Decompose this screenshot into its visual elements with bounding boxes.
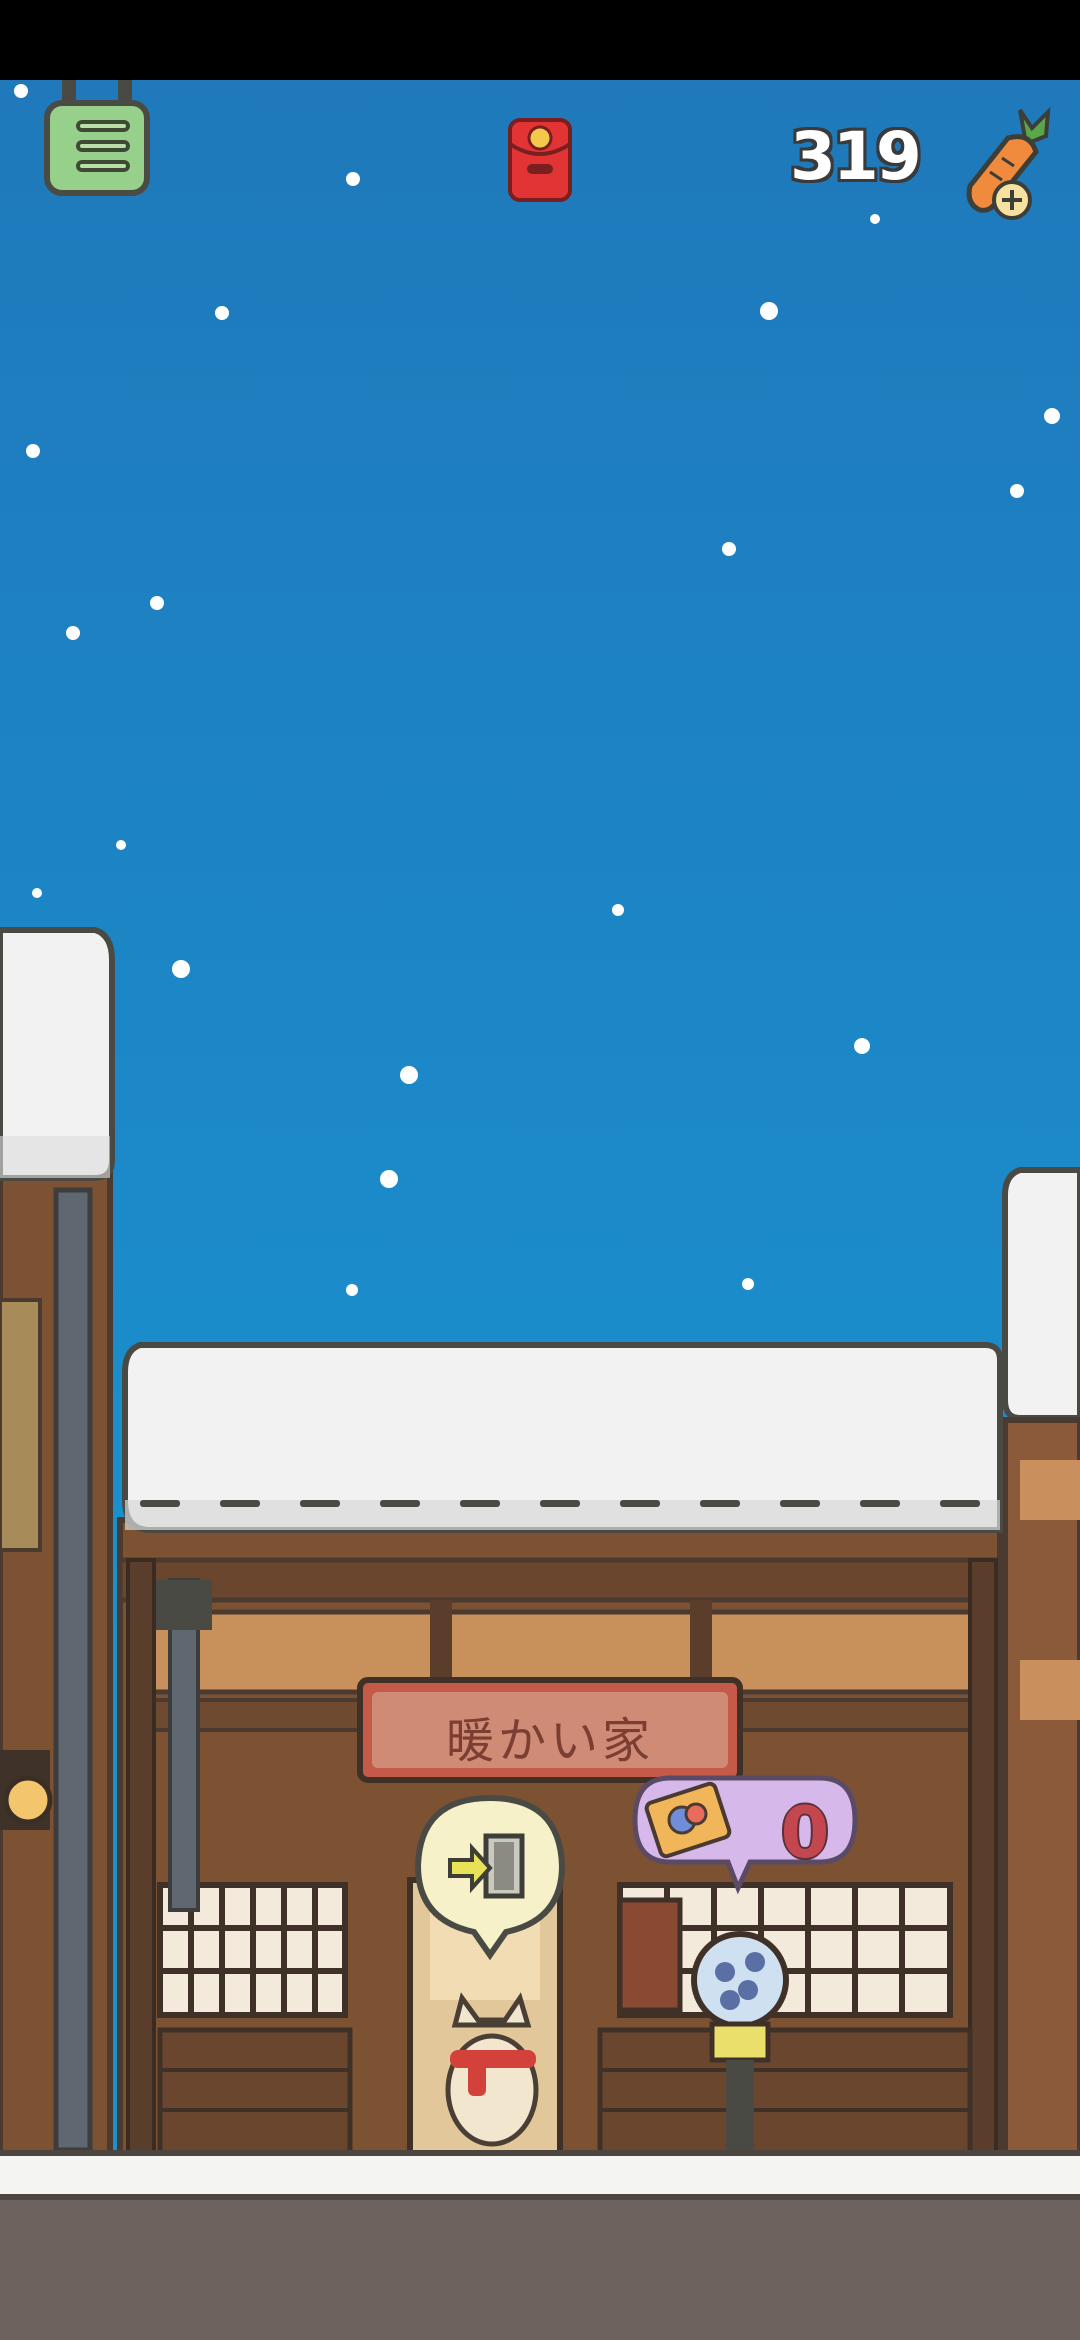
menu-line	[76, 120, 130, 132]
carrot-counter: 319	[790, 118, 922, 195]
menu-list-icon	[44, 100, 150, 196]
shop-roof-snow	[122, 1342, 1003, 1533]
enter-shop-button[interactable]	[410, 1790, 570, 1961]
menu-line	[76, 140, 130, 152]
carrot-add-icon	[966, 106, 1051, 220]
hanger-left	[62, 80, 76, 102]
enter-door-icon	[414, 1794, 566, 1961]
ticket-bubble[interactable]: 0	[630, 1770, 860, 1900]
hanger-right	[118, 80, 132, 102]
shop-sign-text: 暖かい家	[445, 1713, 654, 1769]
snowbank	[0, 2150, 1080, 2200]
menu-line	[76, 160, 130, 172]
left-building	[0, 927, 115, 2173]
red-envelope-button[interactable]	[505, 112, 575, 204]
add-carrots-button[interactable]	[950, 100, 1060, 230]
menu-button[interactable]	[44, 80, 154, 198]
red-envelope-icon	[508, 118, 572, 202]
street-scene	[0, 927, 1080, 2173]
cat-character	[445, 1992, 539, 2147]
right-building	[1002, 1167, 1080, 2163]
ticket-count: 0	[780, 1792, 830, 1874]
